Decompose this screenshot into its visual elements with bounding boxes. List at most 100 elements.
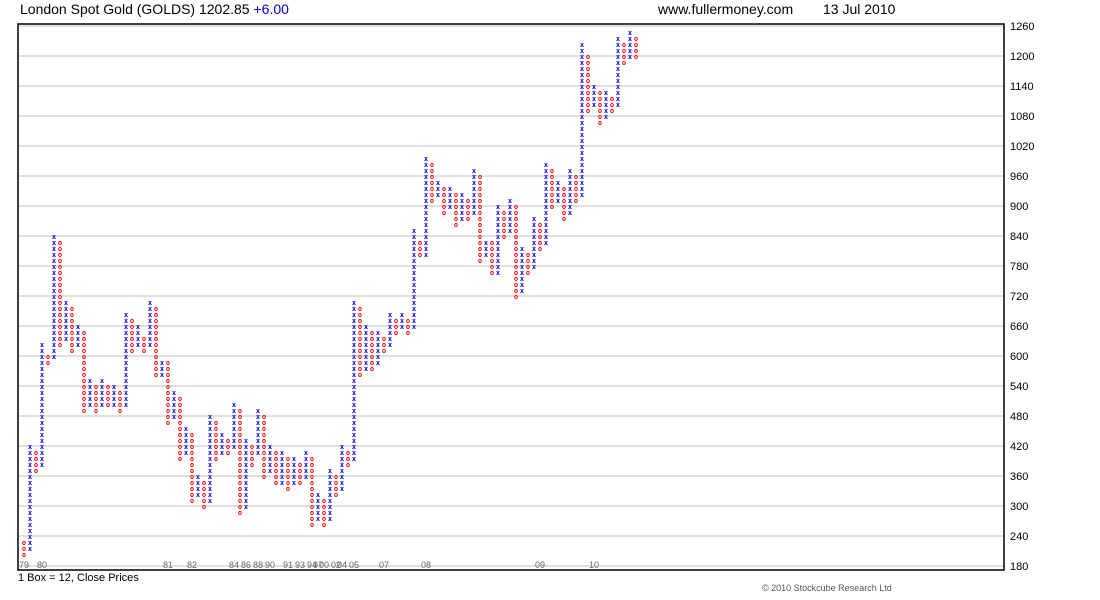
o-box: o [178,395,182,403]
x-year-label: 81 [163,560,173,570]
o-box: o [310,455,314,463]
o-box: o [286,455,290,463]
y-tick-label: 840 [1010,231,1028,243]
o-box: o [586,53,590,61]
y-tick-label: 600 [1010,351,1028,363]
o-box: o [406,317,410,325]
y-tick-label: 660 [1010,321,1028,333]
o-box: o [334,473,338,481]
y-tick-label: 960 [1010,171,1028,183]
o-box: o [526,251,530,259]
o-box: o [70,305,74,313]
y-tick-label: 1200 [1010,51,1034,63]
x-year-label: 04 [337,560,347,570]
o-box: o [550,167,554,175]
o-box: o [382,335,386,343]
x-box: x [580,41,585,49]
x-box: x [136,323,141,331]
o-box: o [490,239,494,247]
x-year-label: 84 [229,560,239,570]
x-box: x [112,383,117,391]
o-box: o [418,239,422,247]
o-box: o [58,239,62,247]
x-box: x [544,161,549,169]
x-year-label: 88 [253,560,263,570]
o-box: o [34,449,38,457]
x-year-label: 90 [265,560,275,570]
o-box: o [166,359,170,367]
o-box: o [130,317,134,325]
o-box: o [430,161,434,169]
o-box: o [142,335,146,343]
o-box: o [454,191,458,199]
o-box: o [598,89,602,97]
x-box: x [364,323,369,331]
o-box: o [574,173,578,181]
x-box: x [208,413,213,421]
x-year-label: 91 [283,560,293,570]
o-box: o [250,443,254,451]
x-box: x [460,191,465,199]
y-tick-label: 780 [1010,261,1028,273]
x-box: x [472,167,477,175]
o-box: o [82,329,86,337]
o-box: o [346,449,350,457]
x-box: x [40,341,45,349]
x-year-label: 86 [241,560,251,570]
x-box: x [244,437,249,445]
o-box: o [106,383,110,391]
x-year-label: 80 [37,560,47,570]
x-box: x [172,389,177,397]
o-box: o [262,413,266,421]
x-box: x [100,377,105,385]
x-box: x [376,329,381,337]
x-box: x [64,299,69,307]
y-tick-label: 480 [1010,411,1028,423]
x-box: x [568,167,573,175]
x-box: x [424,155,429,163]
o-box: o [370,329,374,337]
o-box: o [202,479,206,487]
x-year-label: 10 [589,560,599,570]
o-box: o [358,305,362,313]
copyright: © 2010 Stockcube Research Ltd [762,583,892,593]
box-size-note: 1 Box = 12, Close Prices [18,572,139,584]
x-box: x [280,449,285,457]
x-box: x [628,29,633,37]
o-box: o [442,185,446,193]
x-box: x [184,425,189,433]
y-tick-label: 420 [1010,441,1028,453]
x-box: x [52,233,57,241]
x-box: x [124,311,129,319]
x-box: x [328,467,333,475]
pnf-chart: 1802403003604204805406006607207808409009… [17,21,1034,573]
o-box: o [22,539,26,547]
x-box: x [532,215,537,223]
y-tick-label: 720 [1010,291,1028,303]
o-box: o [46,353,50,361]
y-tick-label: 1140 [1010,81,1034,93]
o-box: o [622,41,626,49]
o-box: o [118,389,122,397]
x-box: x [160,359,165,367]
x-box: x [148,299,153,307]
x-box: x [304,449,309,457]
x-box: x [88,377,93,385]
x-year-label: 82 [187,560,197,570]
y-tick-label: 900 [1010,201,1028,213]
x-box: x [616,35,621,43]
o-box: o [94,383,98,391]
x-box: x [400,311,405,319]
x-box: x [352,299,357,307]
x-box: x [496,203,501,211]
y-tick-label: 540 [1010,381,1028,393]
y-tick-label: 360 [1010,471,1028,483]
x-box: x [484,239,489,247]
x-year-label: 07 [379,560,389,570]
o-box: o [226,437,230,445]
o-box: o [634,35,638,43]
x-year-label: 79 [19,560,29,570]
o-box: o [562,185,566,193]
x-box: x [448,185,453,193]
x-year-label: 00 [319,560,329,570]
